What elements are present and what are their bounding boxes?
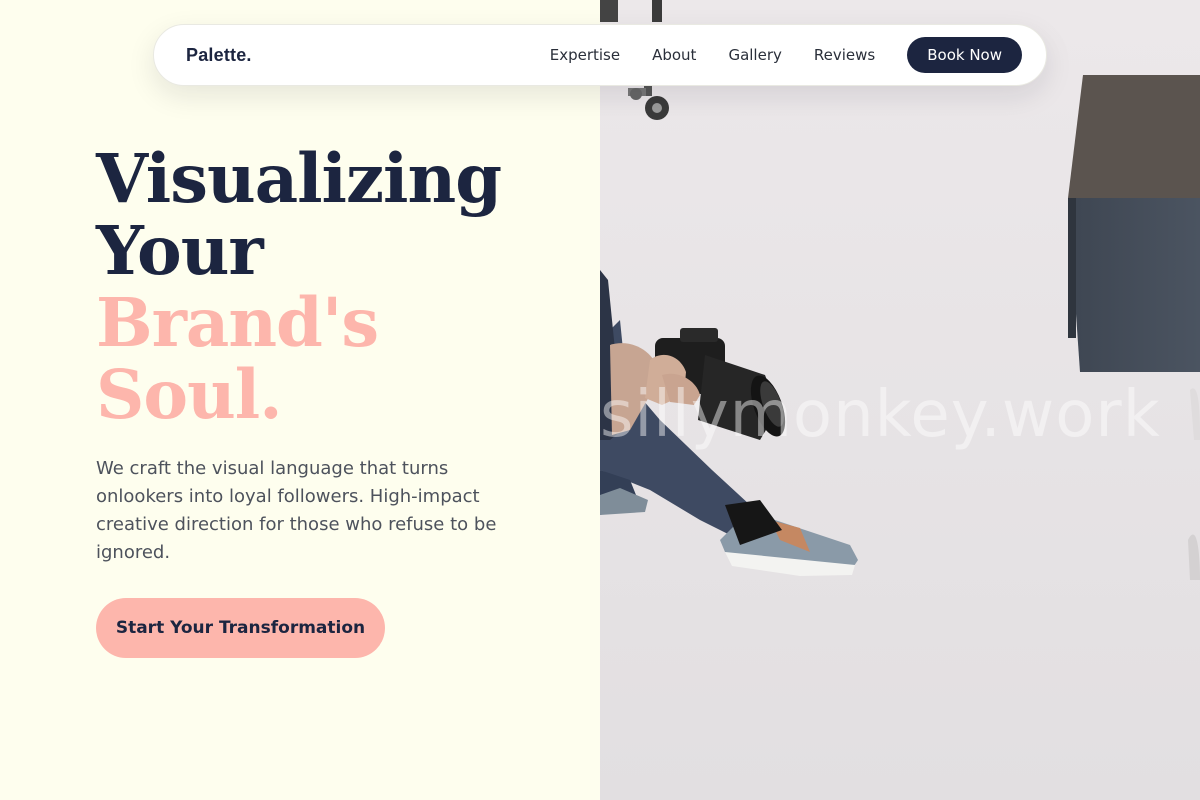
hero-description: We craft the visual language that turns … (96, 458, 497, 563)
hero-heading-line-1: Visualizing (96, 139, 502, 218)
hero-heading-line-2: Your (96, 211, 264, 290)
hero-heading-line-3: Brand's (96, 283, 379, 362)
nav-link-reviews[interactable]: Reviews (814, 46, 875, 64)
hero-photo-panel: sillymonkey.work (600, 0, 1200, 800)
start-transformation-button[interactable]: Start Your Transformation (96, 598, 385, 658)
brand-logo[interactable]: Palette. (186, 45, 252, 66)
nav-link-gallery[interactable]: Gallery (728, 46, 781, 64)
navbar: Palette. Expertise About Gallery Reviews… (153, 24, 1047, 86)
nav-link-about[interactable]: About (652, 46, 696, 64)
nav-links: Expertise About Gallery Reviews Book Now (550, 37, 1022, 73)
photo-watermark: sillymonkey.work (600, 378, 1161, 452)
hero-heading-line-4: Soul. (96, 355, 283, 434)
hero-heading: Visualizing Your Brand's Soul. (96, 143, 576, 431)
book-now-button[interactable]: Book Now (907, 37, 1022, 73)
nav-link-expertise[interactable]: Expertise (550, 46, 620, 64)
